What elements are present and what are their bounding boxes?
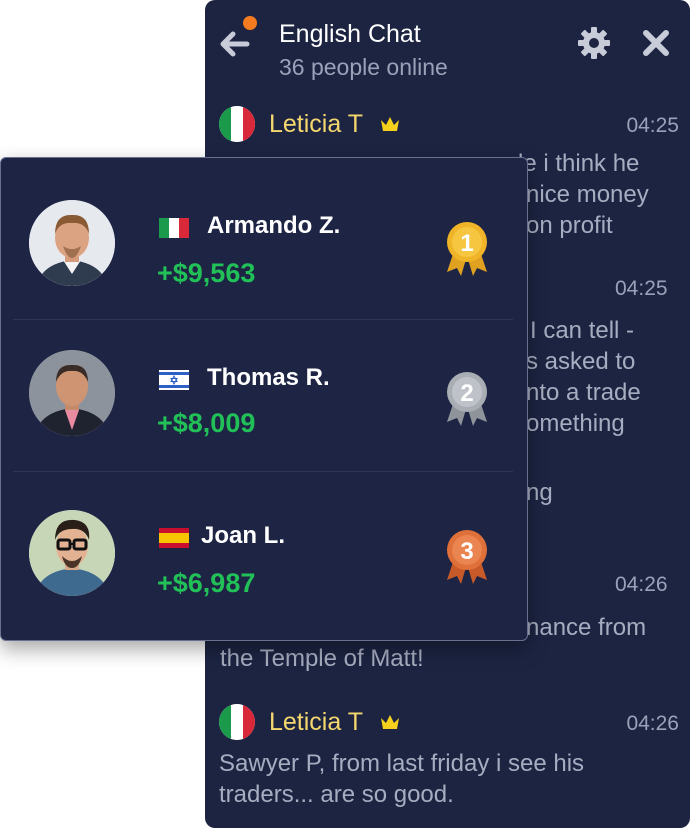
message-text-fragment: on profit	[526, 212, 613, 239]
back-button[interactable]	[217, 16, 259, 64]
crown-icon	[381, 715, 399, 729]
close-icon	[643, 30, 669, 56]
chat-message: Leticia T 04:26 Sawyer P, from last frid…	[219, 702, 679, 810]
avatar	[29, 350, 115, 436]
message-text-fragment: nance from	[526, 614, 647, 641]
avatar-image	[29, 510, 115, 596]
sender-name[interactable]: Leticia T	[269, 110, 363, 139]
chat-title: English Chat	[279, 20, 421, 48]
message-text: Sawyer P, from last friday i see his tra…	[219, 750, 585, 808]
medal-rank: 2	[460, 380, 473, 407]
trader-name: Joan L.	[201, 522, 286, 549]
message-time: 04:25	[626, 114, 679, 137]
leaderboard-row[interactable]: Armando Z. +$9,563 1	[13, 164, 515, 314]
avatar-image	[29, 200, 115, 286]
message-text-fragment: omething	[526, 410, 625, 437]
italy-flag-icon	[219, 704, 255, 740]
message-text-fragment: the Temple of Matt!	[220, 645, 424, 672]
message-text-fragment: nto a trade	[526, 379, 641, 406]
settings-button[interactable]	[577, 26, 611, 60]
message-text-fragment: s asked to	[526, 348, 636, 375]
message-text-fragment: le i think he	[518, 150, 640, 177]
israel-flag-icon	[159, 370, 189, 390]
chat-message: Leticia T 04:25	[219, 104, 679, 144]
notification-dot	[243, 16, 257, 30]
italy-flag-icon	[219, 106, 255, 142]
gear-icon	[578, 27, 610, 59]
leaderboard-row[interactable]: Joan L. +$6,987 3	[13, 472, 515, 622]
italy-flag-icon	[159, 218, 189, 238]
trader-name: Armando Z.	[207, 212, 341, 239]
gold-medal-icon: 1	[447, 222, 487, 276]
message-text-fragment: I can tell -	[530, 317, 635, 344]
bronze-medal-icon: 3	[447, 530, 487, 584]
trader-profit: +$9,563	[157, 258, 256, 288]
silver-medal-icon: 2	[447, 372, 487, 426]
message-time: 04:25	[615, 277, 668, 300]
leaderboard-card: Armando Z. +$9,563 1 Thomas R. +$8,009 2…	[0, 157, 528, 641]
back-arrow-icon	[220, 31, 250, 57]
avatar	[29, 510, 115, 596]
sender-name[interactable]: Leticia T	[269, 708, 363, 737]
message-text-fragment: nice money	[526, 181, 649, 208]
message-time: 04:26	[615, 573, 668, 596]
online-count: 36 people online	[279, 54, 448, 80]
leaderboard-row[interactable]: Thomas R. +$8,009 2	[13, 320, 515, 470]
message-time: 04:26	[626, 712, 679, 735]
avatar-image	[29, 350, 115, 436]
crown-icon	[381, 117, 399, 131]
trader-profit: +$8,009	[157, 408, 256, 438]
trader-profit: +$6,987	[157, 568, 256, 598]
chat-header: English Chat 36 people online	[205, 0, 690, 90]
message-text-fragment: ng	[526, 479, 553, 506]
medal-rank: 3	[460, 538, 473, 565]
close-button[interactable]	[641, 28, 671, 58]
spain-flag-icon	[159, 528, 189, 548]
trader-name: Thomas R.	[207, 364, 330, 391]
medal-rank: 1	[460, 230, 473, 257]
avatar	[29, 200, 115, 286]
